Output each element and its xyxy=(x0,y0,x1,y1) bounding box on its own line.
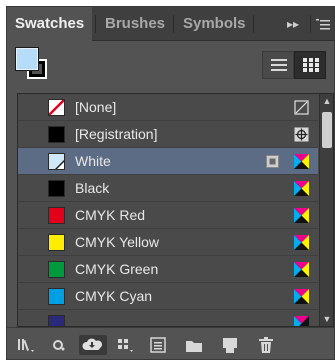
global-icon xyxy=(266,155,279,168)
scrollbar-thumb[interactable] xyxy=(322,112,332,148)
process-cmyk-icon xyxy=(294,262,309,277)
swatch-chip xyxy=(48,207,65,224)
fill-swatch[interactable] xyxy=(15,47,39,71)
show-swatch-kinds-icon[interactable] xyxy=(115,335,137,355)
swatches-panel: Swatches Brushes Symbols ▸▸ [None] [Regi… xyxy=(6,6,335,360)
none-icon xyxy=(294,100,309,115)
cloud-library-icon[interactable] xyxy=(79,335,107,355)
swatch-row-cmyk-cyan[interactable]: CMYK Cyan xyxy=(18,283,318,310)
swatch-row-none[interactable]: [None] xyxy=(18,94,318,121)
tab-brushes[interactable]: Brushes xyxy=(97,7,173,41)
swatch-row-cmyk-yellow[interactable]: CMYK Yellow xyxy=(18,229,318,256)
process-cmyk-icon xyxy=(294,235,309,250)
swatch-name: White xyxy=(75,153,111,169)
process-cmyk-icon xyxy=(294,154,309,169)
panel-tab-bar: Swatches Brushes Symbols ▸▸ xyxy=(7,7,334,42)
list-view-icon xyxy=(271,59,287,71)
tab-divider xyxy=(173,15,174,33)
swatch-chip xyxy=(48,234,65,251)
swatch-name: CMYK Green xyxy=(75,261,159,277)
process-cmyk-icon xyxy=(294,316,309,326)
swatch-row-cmyk-red[interactable]: CMYK Red xyxy=(18,202,318,229)
registration-icon xyxy=(294,127,309,142)
process-cmyk-icon xyxy=(294,181,309,196)
swatch-name: Black xyxy=(75,180,110,196)
tab-divider xyxy=(310,15,311,33)
tab-divider xyxy=(95,15,96,33)
swatch-name: CMYK Cyan xyxy=(75,288,153,304)
process-cmyk-icon xyxy=(294,289,309,304)
swatch-chip xyxy=(48,126,65,143)
swatch-row-registration[interactable]: [Registration] xyxy=(18,121,318,148)
swatch-chip xyxy=(48,180,65,197)
swatch-name: [None] xyxy=(75,99,117,115)
swatch-chip xyxy=(48,261,65,278)
swatch-name: [Registration] xyxy=(75,126,158,142)
swatch-chip xyxy=(48,153,65,170)
swatch-row-white[interactable]: White xyxy=(18,148,318,175)
tab-symbols[interactable]: Symbols xyxy=(175,7,254,41)
bottom-toolbar xyxy=(7,327,334,359)
new-swatch-icon[interactable] xyxy=(219,335,241,355)
grid-view-icon xyxy=(303,58,319,72)
scroll-down-icon[interactable]: ▼ xyxy=(320,312,333,326)
swatch-chip xyxy=(48,315,65,326)
swatch-name: CMYK Red xyxy=(75,207,146,223)
scroll-up-icon[interactable]: ▲ xyxy=(320,94,333,108)
swatch-chip xyxy=(48,288,65,305)
panel-menu-icon[interactable] xyxy=(316,7,330,41)
tab-divider xyxy=(253,15,254,33)
scrollbar[interactable]: ▲ ▼ xyxy=(319,94,333,326)
swatch-row-cmyk-green[interactable]: CMYK Green xyxy=(18,256,318,283)
tab-swatches[interactable]: Swatches xyxy=(7,7,93,42)
eyedropper-add-icon[interactable] xyxy=(49,335,71,355)
double-chevron-right-icon[interactable]: ▸▸ xyxy=(287,7,299,41)
swatch-row-black[interactable]: Black xyxy=(18,175,318,202)
list-view-button[interactable] xyxy=(262,51,294,79)
thumbnail-view-button[interactable] xyxy=(294,51,326,79)
swatch-row-partial[interactable] xyxy=(18,310,318,326)
process-cmyk-icon xyxy=(294,208,309,223)
swatch-list[interactable]: [None] [Registration] White Black CMYK R… xyxy=(17,93,334,327)
delete-swatch-icon[interactable] xyxy=(255,335,277,355)
swatch-chip xyxy=(48,99,65,116)
swatch-libraries-icon[interactable] xyxy=(15,335,37,355)
swatch-options-icon[interactable] xyxy=(147,335,169,355)
view-mode-toggle xyxy=(262,51,326,79)
swatch-name: CMYK Yellow xyxy=(75,234,160,250)
new-color-group-icon[interactable] xyxy=(183,335,205,355)
fill-stroke-proxy[interactable] xyxy=(15,47,49,81)
